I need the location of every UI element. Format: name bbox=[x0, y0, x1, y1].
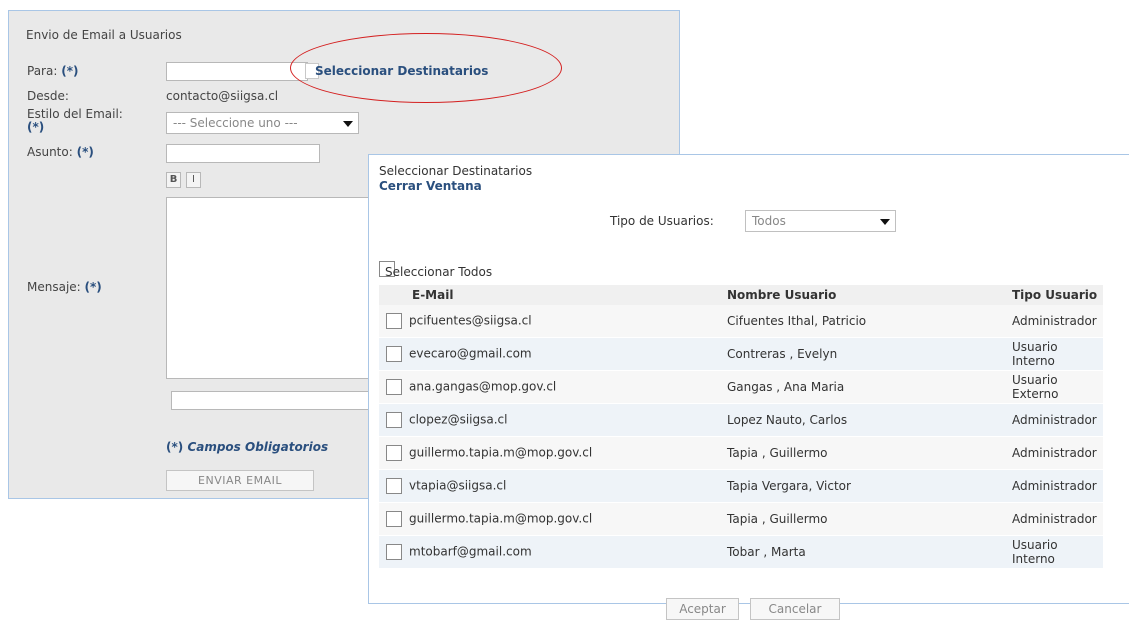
row-email: mtobarf@gmail.com bbox=[409, 544, 532, 559]
row-email: ana.gangas@mop.gov.cl bbox=[409, 379, 557, 394]
row-email: clopez@siigsa.cl bbox=[409, 412, 508, 427]
bold-button[interactable]: B bbox=[166, 172, 181, 188]
table-row[interactable]: clopez@siigsa.cl Lopez Nauto, Carlos Adm… bbox=[379, 403, 1103, 437]
row-type: Usuario Interno bbox=[1012, 535, 1103, 569]
form-title: Envio de Email a Usuarios bbox=[26, 28, 182, 42]
row-name: Cifuentes Ithal, Patricio bbox=[727, 305, 1012, 338]
row-checkbox[interactable] bbox=[386, 379, 402, 395]
row-type: Administrador bbox=[1012, 469, 1103, 503]
row-checkbox[interactable] bbox=[386, 478, 402, 494]
estilo-select[interactable]: --- Seleccione uno --- bbox=[166, 112, 359, 134]
required-fields-note: (*) Campos Obligatorios bbox=[166, 440, 329, 454]
column-header-email: E-Mail bbox=[379, 285, 727, 305]
desde-label: Desde: bbox=[27, 89, 69, 103]
row-email: evecaro@gmail.com bbox=[409, 346, 532, 361]
close-window-link[interactable]: Cerrar Ventana bbox=[379, 179, 482, 193]
table-row[interactable]: guillermo.tapia.m@mop.gov.cl Tapia , Gui… bbox=[379, 436, 1103, 470]
table-row[interactable]: vtapia@siigsa.cl Tapia Vergara, Victor A… bbox=[379, 469, 1103, 503]
tipo-usuarios-select[interactable]: Todos bbox=[745, 210, 896, 232]
mensaje-textarea[interactable] bbox=[166, 197, 386, 379]
row-name: Lopez Nauto, Carlos bbox=[727, 403, 1012, 437]
row-name: Tobar , Marta bbox=[727, 535, 1012, 569]
attachment-input[interactable] bbox=[171, 391, 381, 410]
destinatarios-popup: Seleccionar Destinatarios Cerrar Ventana… bbox=[368, 154, 1129, 620]
send-email-button[interactable]: ENVIAR EMAIL bbox=[166, 470, 314, 491]
chevron-down-icon bbox=[343, 121, 353, 127]
row-email: guillermo.tapia.m@mop.gov.cl bbox=[409, 445, 593, 460]
row-name: Tapia , Guillermo bbox=[727, 502, 1012, 536]
row-type: Usuario Externo bbox=[1012, 370, 1103, 404]
row-checkbox[interactable] bbox=[386, 511, 402, 527]
row-checkbox[interactable] bbox=[386, 313, 402, 329]
row-email: pcifuentes@siigsa.cl bbox=[409, 313, 532, 328]
tipo-usuarios-label: Tipo de Usuarios: bbox=[610, 214, 714, 228]
column-header-type: Tipo Usuario bbox=[1012, 285, 1103, 305]
annotation-ellipse bbox=[290, 33, 562, 103]
row-checkbox[interactable] bbox=[386, 412, 402, 428]
row-name: Gangas , Ana Maria bbox=[727, 370, 1012, 404]
column-header-name: Nombre Usuario bbox=[727, 285, 1012, 305]
table-row[interactable]: pcifuentes@siigsa.cl Cifuentes Ithal, Pa… bbox=[379, 305, 1103, 338]
row-type: Administrador bbox=[1012, 305, 1103, 338]
table-row[interactable]: mtobarf@gmail.com Tobar , Marta Usuario … bbox=[379, 535, 1103, 569]
italic-button[interactable]: I bbox=[186, 172, 201, 188]
row-name: Contreras , Evelyn bbox=[727, 337, 1012, 371]
row-checkbox[interactable] bbox=[386, 445, 402, 461]
row-checkbox[interactable] bbox=[386, 544, 402, 560]
row-email: vtapia@siigsa.cl bbox=[409, 478, 507, 493]
row-checkbox[interactable] bbox=[386, 346, 402, 362]
row-type: Usuario Interno bbox=[1012, 337, 1103, 371]
row-type: Administrador bbox=[1012, 403, 1103, 437]
row-type: Administrador bbox=[1012, 436, 1103, 470]
table-row[interactable]: evecaro@gmail.com Contreras , Evelyn Usu… bbox=[379, 337, 1103, 371]
row-name: Tapia , Guillermo bbox=[727, 436, 1012, 470]
users-table: E-Mail Nombre Usuario Tipo Usuario pcifu… bbox=[379, 285, 1103, 569]
asunto-input[interactable] bbox=[166, 144, 320, 163]
row-email: guillermo.tapia.m@mop.gov.cl bbox=[409, 511, 593, 526]
cancel-button[interactable]: Cancelar bbox=[750, 598, 840, 620]
para-input[interactable] bbox=[166, 62, 308, 81]
para-label: Para: (*) bbox=[27, 64, 79, 78]
row-name: Tapia Vergara, Victor bbox=[727, 469, 1012, 503]
select-all-label: Seleccionar Todos bbox=[385, 265, 493, 279]
table-row[interactable]: ana.gangas@mop.gov.cl Gangas , Ana Maria… bbox=[379, 370, 1103, 404]
chevron-down-icon bbox=[880, 219, 890, 225]
asunto-label: Asunto: (*) bbox=[27, 145, 94, 159]
desde-value: contacto@siigsa.cl bbox=[166, 89, 279, 103]
popup-title: Seleccionar Destinatarios bbox=[379, 164, 533, 178]
accept-button[interactable]: Aceptar bbox=[666, 598, 739, 620]
row-type: Administrador bbox=[1012, 502, 1103, 536]
mensaje-label: Mensaje: (*) bbox=[27, 280, 102, 294]
estilo-label: Estilo del Email: (*) bbox=[27, 107, 123, 134]
table-row[interactable]: guillermo.tapia.m@mop.gov.cl Tapia , Gui… bbox=[379, 502, 1103, 536]
